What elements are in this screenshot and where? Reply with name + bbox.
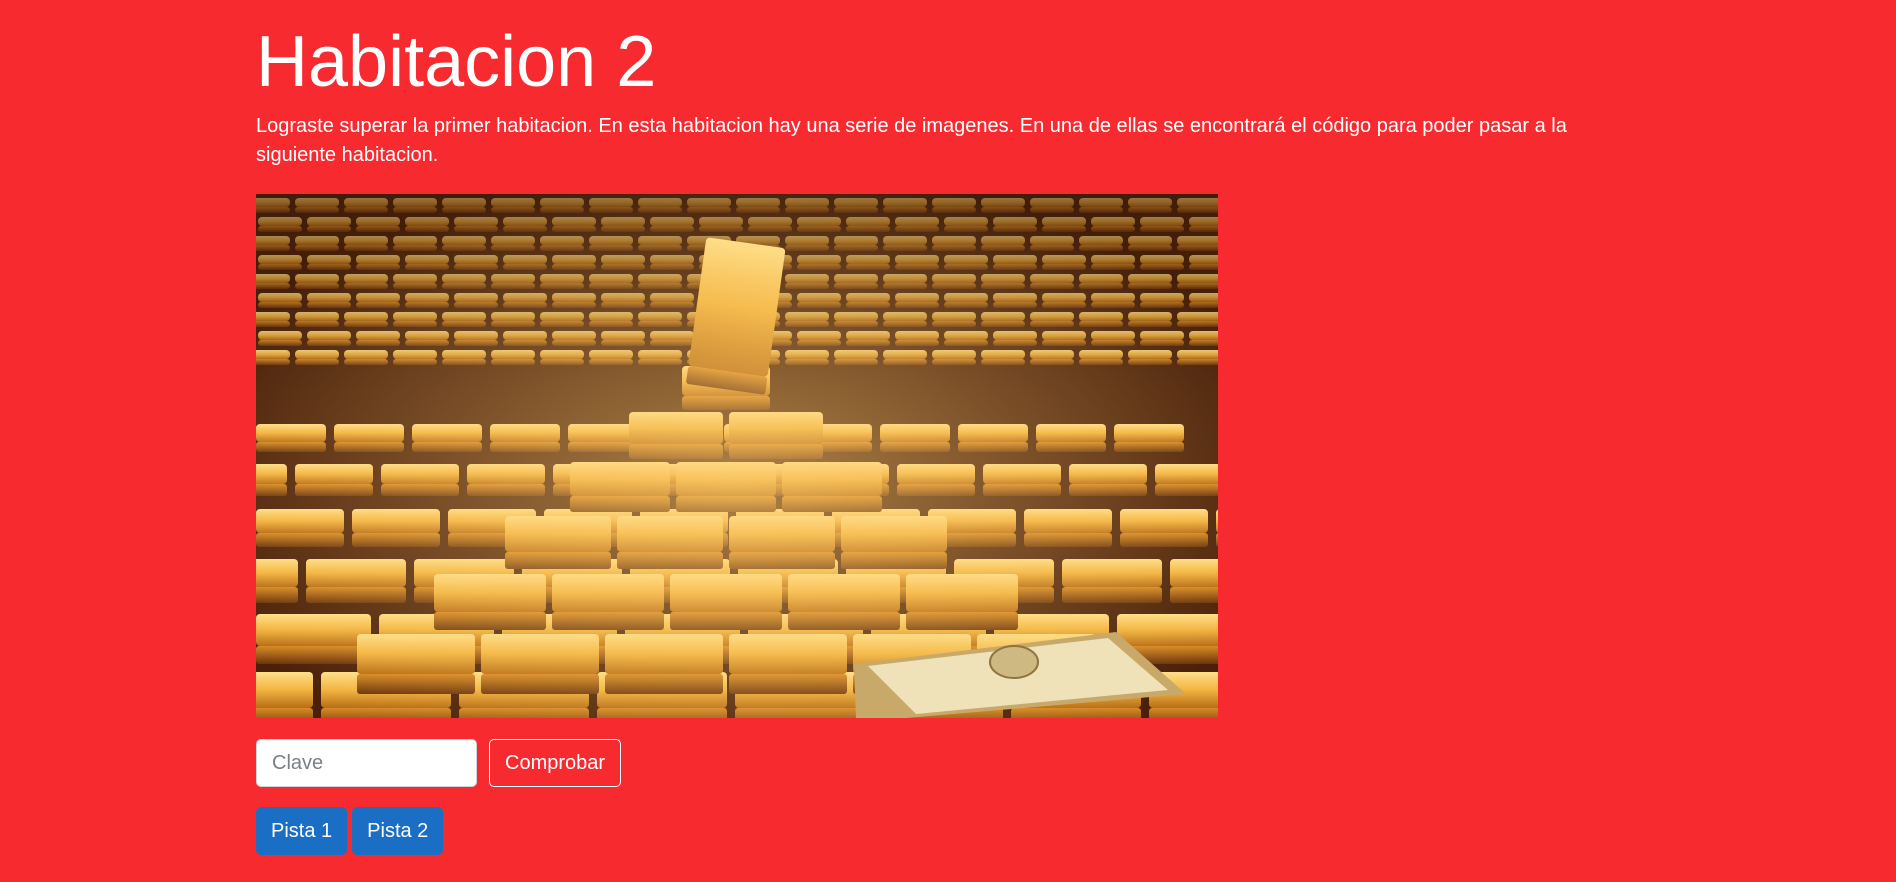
key-form: Comprobar bbox=[256, 739, 1646, 787]
hint-buttons: Pista 1 Pista 2 bbox=[256, 807, 1646, 855]
hint-2-button[interactable]: Pista 2 bbox=[352, 807, 444, 855]
key-input[interactable] bbox=[256, 739, 477, 787]
hint-1-button[interactable]: Pista 1 bbox=[256, 807, 348, 855]
page-description: Lograste superar la primer habitacion. E… bbox=[256, 115, 1567, 166]
check-button[interactable]: Comprobar bbox=[489, 739, 622, 787]
main-container: Habitacion 2 Lograste superar la primer … bbox=[256, 0, 1646, 855]
gold-bars-image bbox=[256, 194, 1218, 718]
page-title: Habitacion 2 bbox=[256, 22, 657, 102]
